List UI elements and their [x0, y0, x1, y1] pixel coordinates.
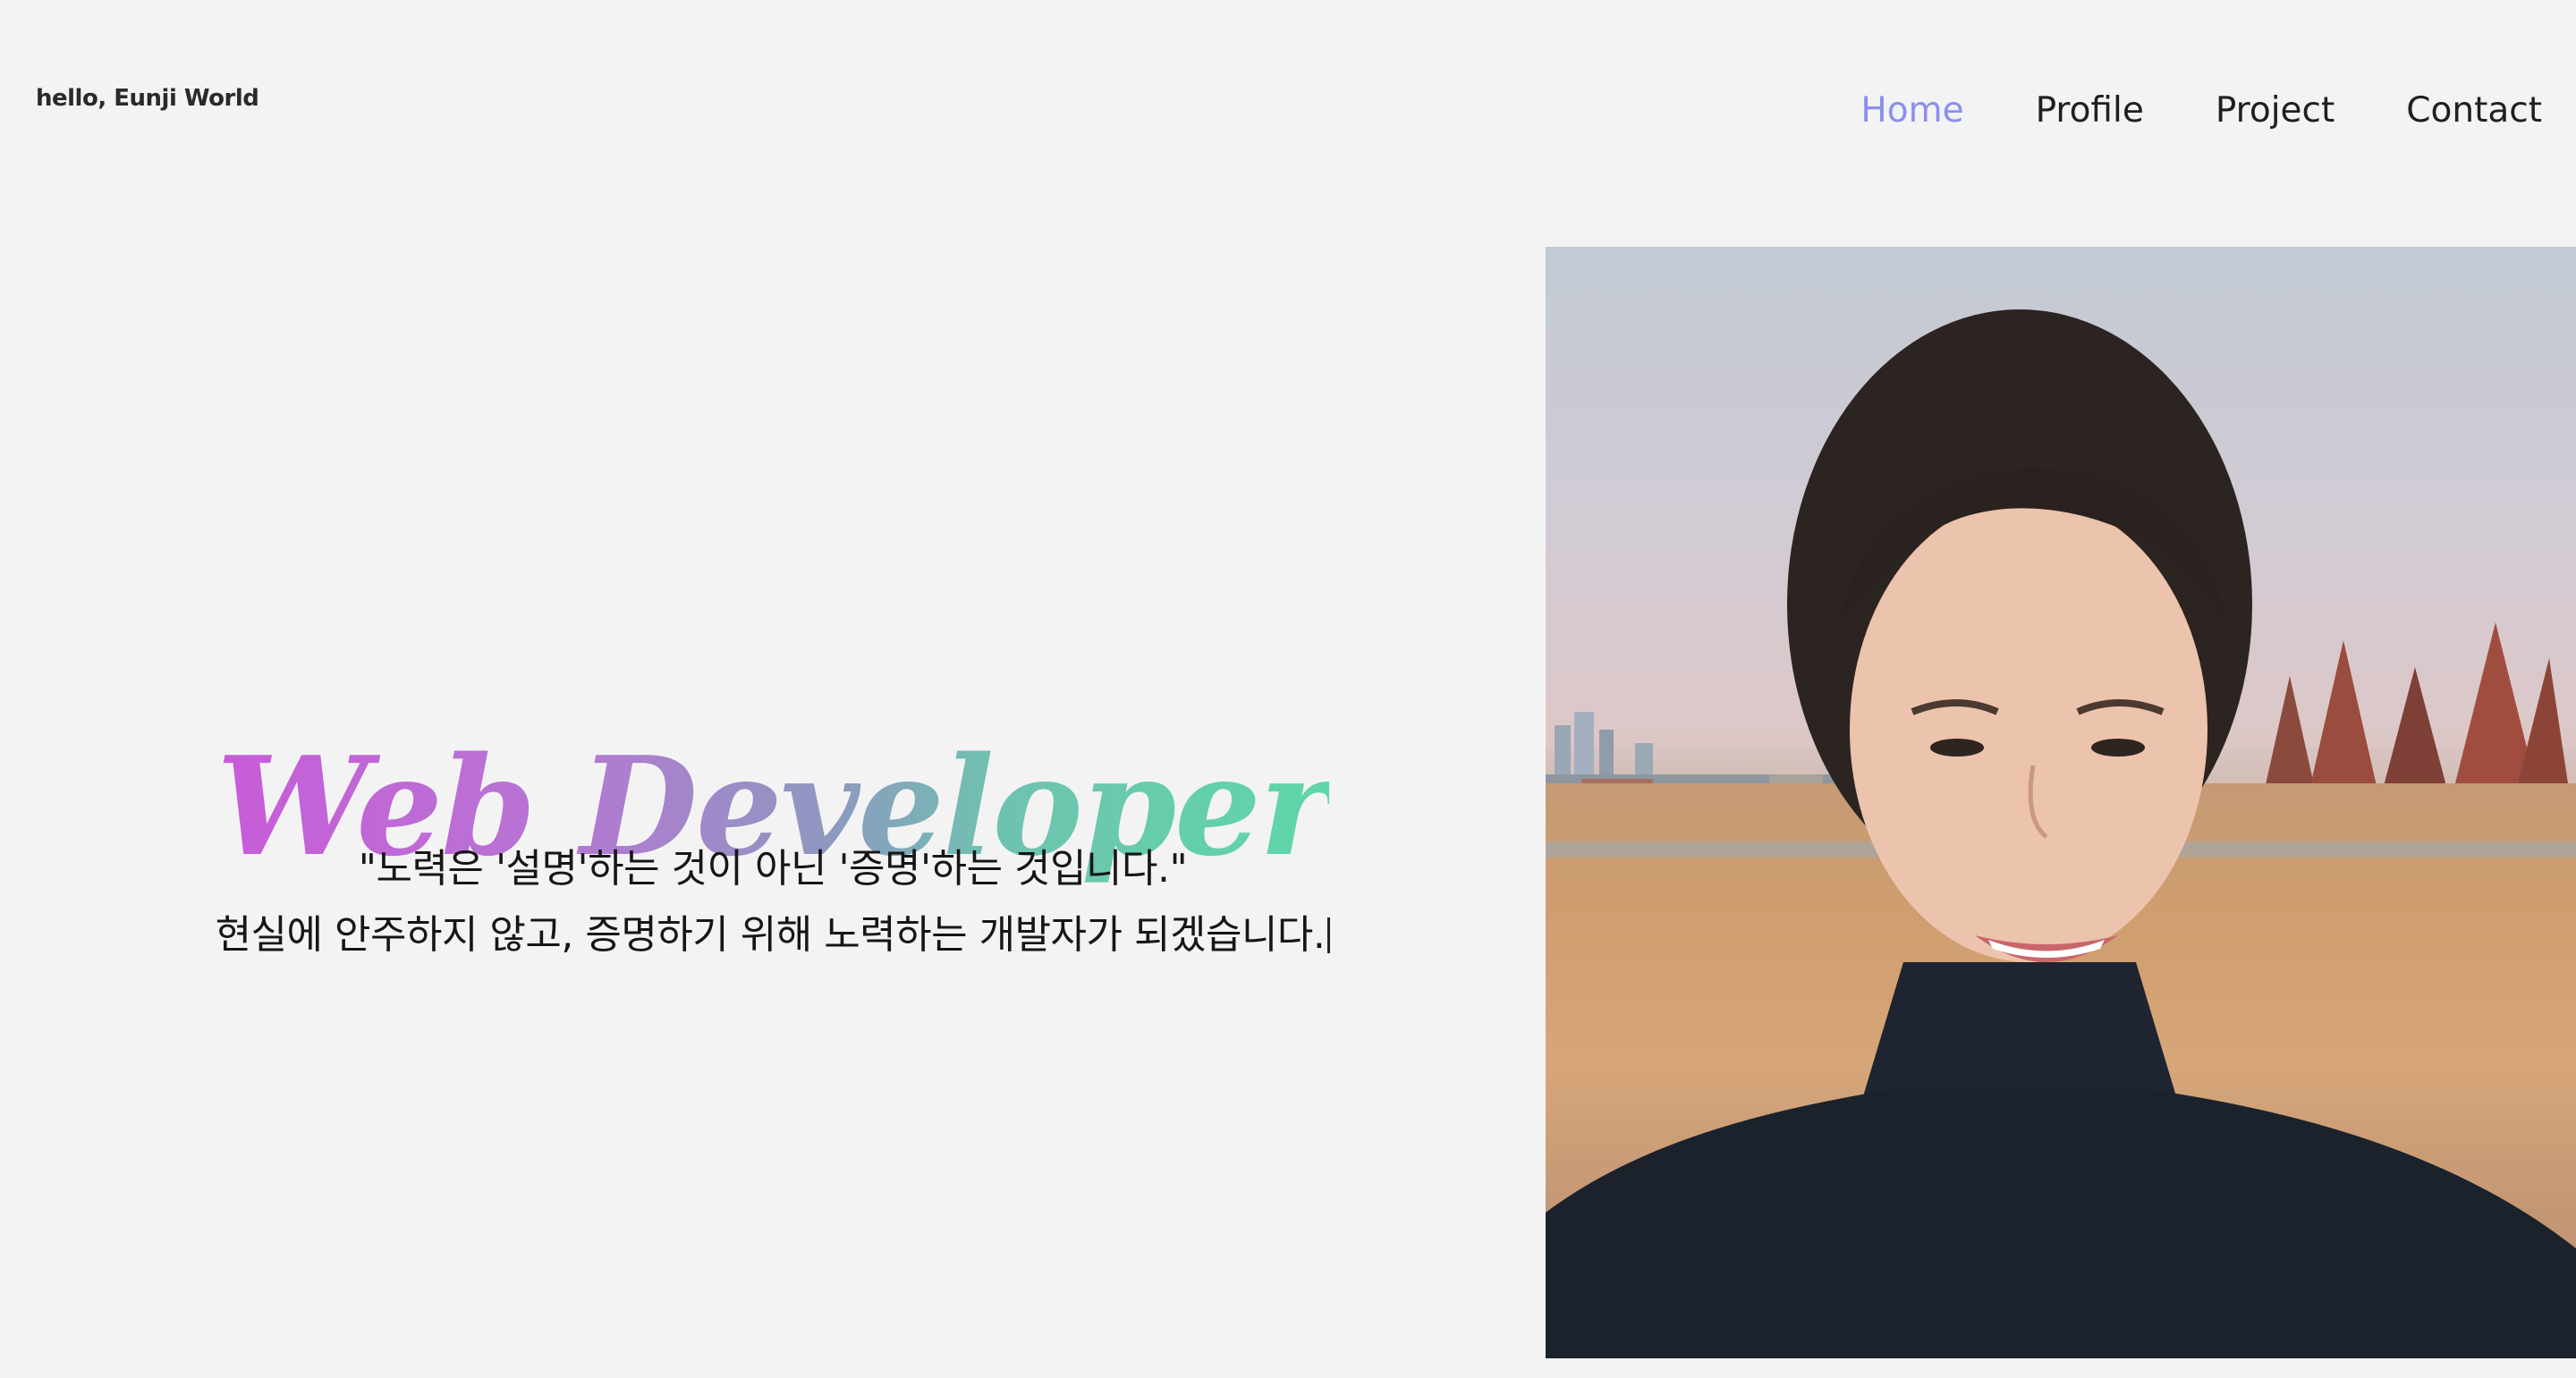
nav-item-profile[interactable]: Profile: [2036, 88, 2144, 134]
main-nav: Home Profile Project Contact: [1860, 88, 2542, 134]
nav-item-contact[interactable]: Contact: [2406, 88, 2542, 134]
nav-item-project[interactable]: Project: [2216, 88, 2334, 134]
quote-line-1: "노력은 '설명'하는 것이 아닌 '증명'하는 것입니다.": [358, 846, 1188, 892]
quote-line-2-wrap: 현실에 안주하지 않고, 증명하기 위해 노력하는 개발자가 되겠습니다.: [0, 902, 1546, 968]
hero-quote: "노력은 '설명'하는 것이 아닌 '증명'하는 것입니다." 현실에 안주하지…: [0, 836, 1546, 968]
profile-photo: [1546, 247, 2576, 1358]
quote-line-2: 현실에 안주하지 않고, 증명하기 위해 노력하는 개발자가 되겠습니다.: [215, 912, 1326, 958]
nav-item-home[interactable]: Home: [1860, 88, 1963, 134]
site-logo[interactable]: hello, Eunji World: [36, 85, 259, 112]
typing-caret: [1327, 917, 1331, 953]
person-silhouette: [1546, 309, 2576, 1358]
